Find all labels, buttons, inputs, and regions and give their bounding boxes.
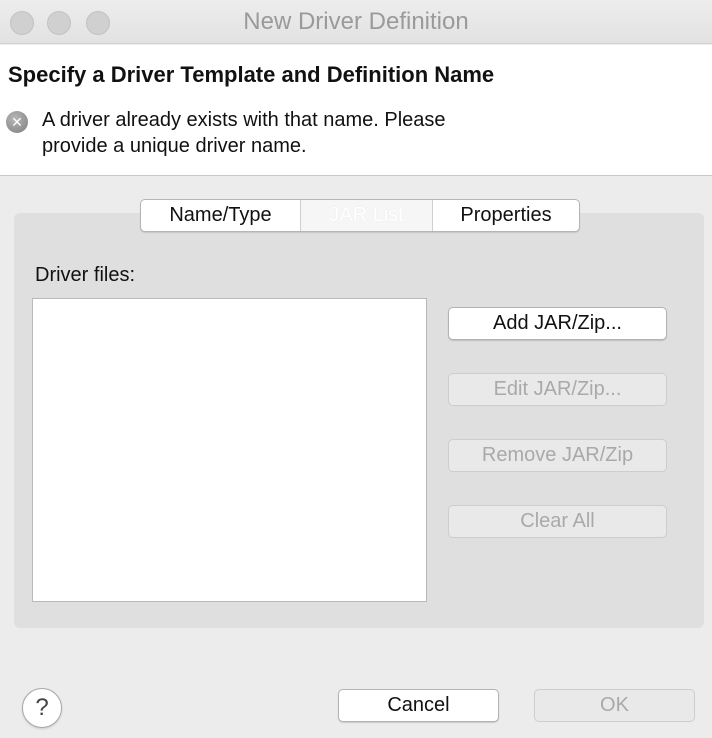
tab-bar: Name/Type JAR List Properties [140, 199, 580, 232]
add-jar-zip-button[interactable]: Add JAR/Zip... [448, 307, 667, 340]
tab-properties[interactable]: Properties [433, 200, 579, 231]
clear-all-button[interactable]: Clear All [448, 505, 667, 538]
edit-jar-zip-button[interactable]: Edit JAR/Zip... [448, 373, 667, 406]
driver-files-label: Driver files: [35, 264, 136, 286]
error-message-line-1: A driver already exists with that name. … [42, 109, 446, 131]
window-title: New Driver Definition [243, 8, 469, 35]
error-message-line-2: provide a unique driver name. [42, 135, 307, 157]
driver-files-list[interactable] [32, 298, 427, 602]
page-title: Specify a Driver Template and Definition… [8, 62, 495, 87]
tab-name-type[interactable]: Name/Type [141, 200, 300, 231]
cancel-button[interactable]: Cancel [338, 689, 499, 722]
ok-button[interactable]: OK [534, 689, 695, 722]
window-titlebar: New Driver Definition [0, 0, 712, 44]
remove-jar-zip-button[interactable]: Remove JAR/Zip [448, 439, 667, 472]
tab-jar-list[interactable]: JAR List [301, 200, 432, 231]
error-x-icon: ✕ [6, 111, 28, 133]
error-message: A driver already exists with that name. … [42, 107, 602, 159]
help-icon[interactable]: ? [22, 688, 62, 728]
header-banner: Specify a Driver Template and Definition… [0, 45, 712, 176]
